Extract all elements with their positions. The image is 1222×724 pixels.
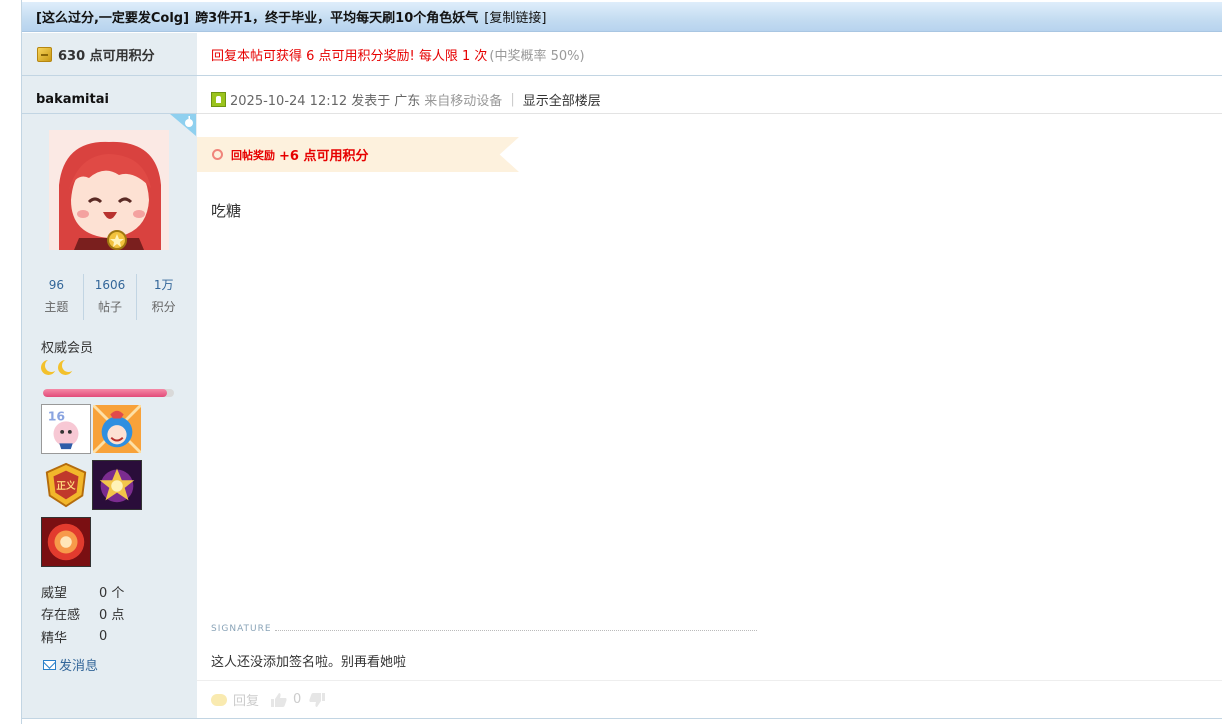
meta-separator: | — [510, 92, 515, 107]
level-progress-fill — [43, 389, 168, 397]
author-stats: 96 主题 1606 帖子 1万 积分 — [30, 274, 190, 320]
moon-icon — [41, 359, 58, 375]
profile-prestige-label: 威望 — [41, 585, 68, 601]
post-date: 2025-10-24 12:12 发表于 — [230, 94, 391, 109]
signature-divider — [275, 630, 757, 631]
thread-title-tag[interactable]: [这么过分,一定要发Colg] — [36, 7, 189, 26]
signature-label: SIGNATURE — [211, 624, 272, 634]
stat-threads[interactable]: 96 主题 — [30, 274, 84, 320]
svg-text:正义: 正义 — [56, 480, 76, 492]
reply-reward-ribbon: 回帖奖励 +6 点可用积分 — [197, 137, 519, 172]
show-all-floors-link[interactable]: 显示全部楼层 — [523, 90, 601, 109]
user-rank[interactable]: 权威会员 — [41, 337, 93, 356]
stat-credits-count: 1万 — [153, 278, 174, 292]
envelope-icon — [43, 659, 56, 670]
profile-digest-value: 0 — [99, 628, 108, 644]
reply-reward-value: +6 点可用积分 — [279, 149, 369, 164]
level-progress-bar — [43, 389, 174, 397]
reply-reward-label: 回帖奖励 — [231, 148, 275, 162]
post-actions: 回复 0 — [197, 680, 1222, 718]
post-location: 广东 — [394, 94, 421, 109]
signature-text: 这人还没添加签名啦。别再看她啦 — [211, 655, 407, 670]
profile-presence: 存在感 0 点 — [41, 603, 124, 626]
post-content: 吃糖 — [211, 202, 242, 220]
thread-title-bar: [这么过分,一定要发Colg] 跨3件开1，终于毕业，平均每天刷10个角色妖气 … — [22, 2, 1222, 32]
thumb-down-icon[interactable] — [309, 692, 326, 707]
reply-reward-banner: 回复本帖可获得 6 点可用积分奖励! 每人限 1 次 (中奖概率 50%) — [197, 33, 1222, 76]
online-status-icon — [211, 92, 226, 107]
stat-posts[interactable]: 1606 帖子 — [84, 274, 138, 320]
author-username[interactable]: bakamitai — [22, 86, 197, 114]
medal-anniversary-icon[interactable]: 16 — [41, 404, 91, 454]
ring-icon — [212, 149, 223, 160]
stat-credits[interactable]: 1万 积分 — [137, 274, 190, 320]
stat-posts-label: 帖子 — [98, 300, 123, 314]
author-profile-info: 威望 0 个 存在感 0 点 精华 0 — [41, 580, 124, 648]
profile-presence-value: 0 点 — [99, 608, 125, 624]
like-count: 0 — [293, 692, 302, 707]
reply-button[interactable]: 回复 — [233, 690, 259, 709]
medal-blue-mascot-icon[interactable] — [92, 404, 142, 454]
avatar-image — [49, 130, 169, 250]
medal-gold-shield-icon[interactable]: 正义 — [41, 460, 91, 510]
author-avatar[interactable] — [49, 130, 169, 250]
profile-digest-label: 精华 — [41, 630, 68, 646]
profile-digest: 精华 0 — [41, 625, 124, 648]
send-message-label: 发消息 — [59, 659, 99, 674]
profile-prestige-value: 0 个 — [99, 585, 125, 601]
profile-prestige: 威望 0 个 — [41, 580, 124, 603]
moon-icon — [58, 359, 75, 375]
post-device: 来自移动设备 — [424, 94, 503, 109]
stat-threads-count: 96 — [48, 278, 64, 292]
medal-purple-star-icon[interactable] — [92, 460, 142, 510]
post-meta: 2025-10-24 12:12 发表于 广东 来自移动设备 | 显示全部楼层 — [197, 86, 1222, 114]
stat-threads-label: 主题 — [44, 300, 69, 314]
rank-moons — [41, 359, 75, 375]
reply-bubble-icon[interactable] — [211, 693, 227, 706]
reward-probability: (中奖概率 50%) — [489, 48, 585, 64]
apple-device-icon — [170, 114, 196, 136]
coin-icon — [37, 46, 52, 62]
reply-reward-text: 回复本帖可获得 6 点可用积分奖励! 每人限 1 次 — [211, 48, 488, 64]
thread-title: 跨3件开1，终于毕业，平均每天刷10个角色妖气 — [195, 11, 479, 26]
medal-red-burst-icon[interactable] — [41, 517, 91, 567]
stat-credits-label: 积分 — [151, 300, 176, 314]
send-message-link[interactable]: 发消息 — [43, 655, 98, 674]
post-bottom-border — [22, 718, 1222, 719]
copy-link-button[interactable]: [复制链接] — [484, 7, 546, 26]
available-points: 630 点可用积分 — [22, 33, 197, 76]
available-points-text: 630 点可用积分 — [58, 48, 155, 64]
thumb-up-icon[interactable] — [271, 692, 287, 707]
stat-posts-count: 1606 — [94, 278, 126, 292]
profile-presence-label: 存在感 — [41, 608, 81, 624]
svg-text:16: 16 — [48, 408, 65, 423]
